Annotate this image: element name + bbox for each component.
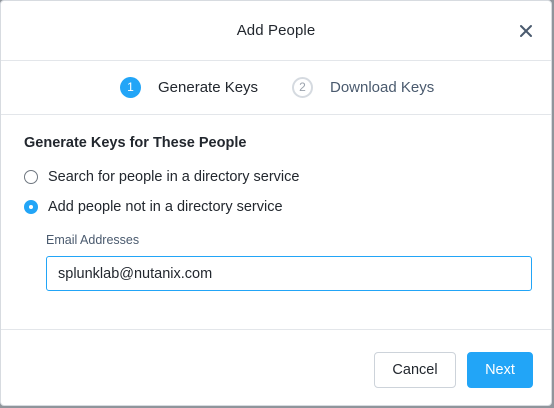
step-number-badge: 2	[292, 76, 313, 98]
dialog-header: Add People	[1, 1, 551, 61]
next-button[interactable]: Next	[467, 352, 533, 388]
dialog-title: Add People	[236, 22, 316, 39]
option-label: Search for people in a directory service	[48, 169, 300, 185]
radio-button[interactable]	[24, 200, 38, 214]
step-label: Download Keys	[330, 78, 435, 96]
cancel-button[interactable]: Cancel	[374, 352, 456, 388]
close-button[interactable]	[516, 21, 536, 41]
step-label: Generate Keys	[158, 78, 259, 96]
step-download-keys: 2 Download Keys	[292, 75, 434, 99]
close-icon	[520, 25, 532, 37]
dialog-footer: Cancel Next	[1, 329, 551, 405]
step-number-badge: 1	[120, 76, 141, 98]
wizard-steps: 1 Generate Keys 2 Download Keys	[1, 60, 551, 115]
step-generate-keys: 1 Generate Keys	[120, 75, 258, 99]
option-add-not-in-directory[interactable]: Add people not in a directory service	[24, 199, 283, 215]
option-search-directory[interactable]: Search for people in a directory service	[24, 169, 299, 185]
option-label: Add people not in a directory service	[48, 199, 283, 215]
add-people-dialog: Add People 1 Generate Keys 2 Download Ke…	[0, 0, 552, 406]
email-addresses-label: Email Addresses	[46, 233, 140, 247]
section-title: Generate Keys for These People	[24, 135, 247, 151]
email-addresses-input[interactable]	[46, 256, 532, 291]
radio-button[interactable]	[24, 170, 38, 184]
